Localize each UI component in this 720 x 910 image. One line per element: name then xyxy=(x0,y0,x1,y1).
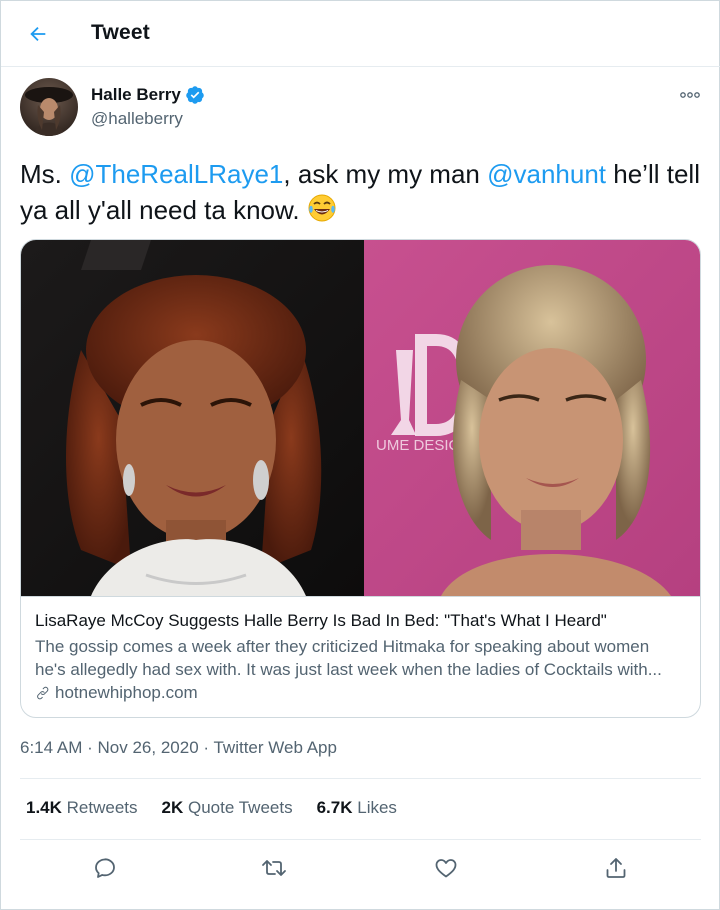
tweet-actions xyxy=(1,851,720,885)
divider xyxy=(20,839,701,840)
quote-tweets-count: 2K xyxy=(161,798,184,817)
arrow-left-icon xyxy=(30,26,46,42)
likes-stat[interactable]: 6.7K Likes xyxy=(317,798,397,818)
page-header: Tweet xyxy=(1,1,720,67)
likes-label: Likes xyxy=(357,798,397,817)
back-button[interactable] xyxy=(23,19,53,49)
tears-of-joy-emoji-icon xyxy=(307,193,337,232)
likes-count: 6.7K xyxy=(316,798,353,817)
reply-button[interactable] xyxy=(88,851,122,885)
retweets-count: 1.4K xyxy=(26,798,62,817)
author-display-name: Halle Berry xyxy=(91,85,181,104)
retweet-icon xyxy=(262,860,286,876)
mention-link-lraye[interactable]: @TheRealLRaye1 xyxy=(69,159,283,189)
retweet-button[interactable] xyxy=(257,851,291,885)
tweet-source-link[interactable]: Twitter Web App xyxy=(213,738,336,757)
author-name[interactable]: Halle Berry xyxy=(91,85,205,105)
heart-icon xyxy=(435,859,457,878)
card-body: LisaRaye McCoy Suggests Halle Berry Is B… xyxy=(21,596,700,717)
tweet-meta: 6:14 AM · Nov 26, 2020 · Twitter Web App xyxy=(20,738,337,758)
tweet-text-part: Ms. xyxy=(20,159,70,189)
card-domain-text: hotnewhiphop.com xyxy=(55,683,198,702)
tweet-text-part: , ask my my man xyxy=(283,159,488,189)
like-button[interactable] xyxy=(429,851,463,885)
retweets-label: Retweets xyxy=(66,798,138,817)
tweet-time[interactable]: 6:14 AM xyxy=(20,738,82,757)
card-title: LisaRaye McCoy Suggests Halle Berry Is B… xyxy=(35,611,607,630)
reply-icon xyxy=(95,858,115,878)
mention-link-vanhunt[interactable]: @vanhunt xyxy=(487,159,606,189)
meta-separator: · xyxy=(203,738,210,757)
more-options-button[interactable] xyxy=(675,85,705,105)
tweet-date[interactable]: Nov 26, 2020 xyxy=(98,738,199,757)
link-icon xyxy=(37,686,49,700)
quote-tweets-label: Quote Tweets xyxy=(188,798,293,817)
card-description-line: The gossip comes a week after they criti… xyxy=(35,637,650,656)
tweet-stats: 1.4K Retweets 2K Quote Tweets 6.7K Likes xyxy=(26,798,397,818)
tweet-text: Ms. @TheRealLRaye1, ask my my man @vanhu… xyxy=(20,156,710,232)
share-button[interactable] xyxy=(599,851,633,885)
tweet-page: Tweet Halle Berry @halleberry Ms. @TheRe… xyxy=(0,0,720,910)
card-domain: hotnewhiphop.com xyxy=(35,683,198,703)
page-title: Tweet xyxy=(91,21,150,44)
meta-separator: · xyxy=(87,738,93,757)
card-description: The gossip comes a week after they criti… xyxy=(35,635,695,681)
divider xyxy=(20,778,701,779)
share-icon xyxy=(606,858,626,878)
card-description-line: he's allegedly had sex with. It was just… xyxy=(35,660,662,679)
more-dots-icon xyxy=(680,92,700,98)
verified-badge-icon xyxy=(186,86,204,104)
quote-tweets-stat[interactable]: 2K Quote Tweets xyxy=(162,798,293,818)
author-handle[interactable]: @halleberry xyxy=(91,109,183,129)
avatar[interactable] xyxy=(20,78,78,136)
link-preview-card[interactable]: UME DESIGN LisaRaye McCoy Suggests Halle… xyxy=(20,239,701,718)
retweets-stat[interactable]: 1.4K Retweets xyxy=(26,798,138,818)
card-image: UME DESIGN xyxy=(21,240,700,596)
